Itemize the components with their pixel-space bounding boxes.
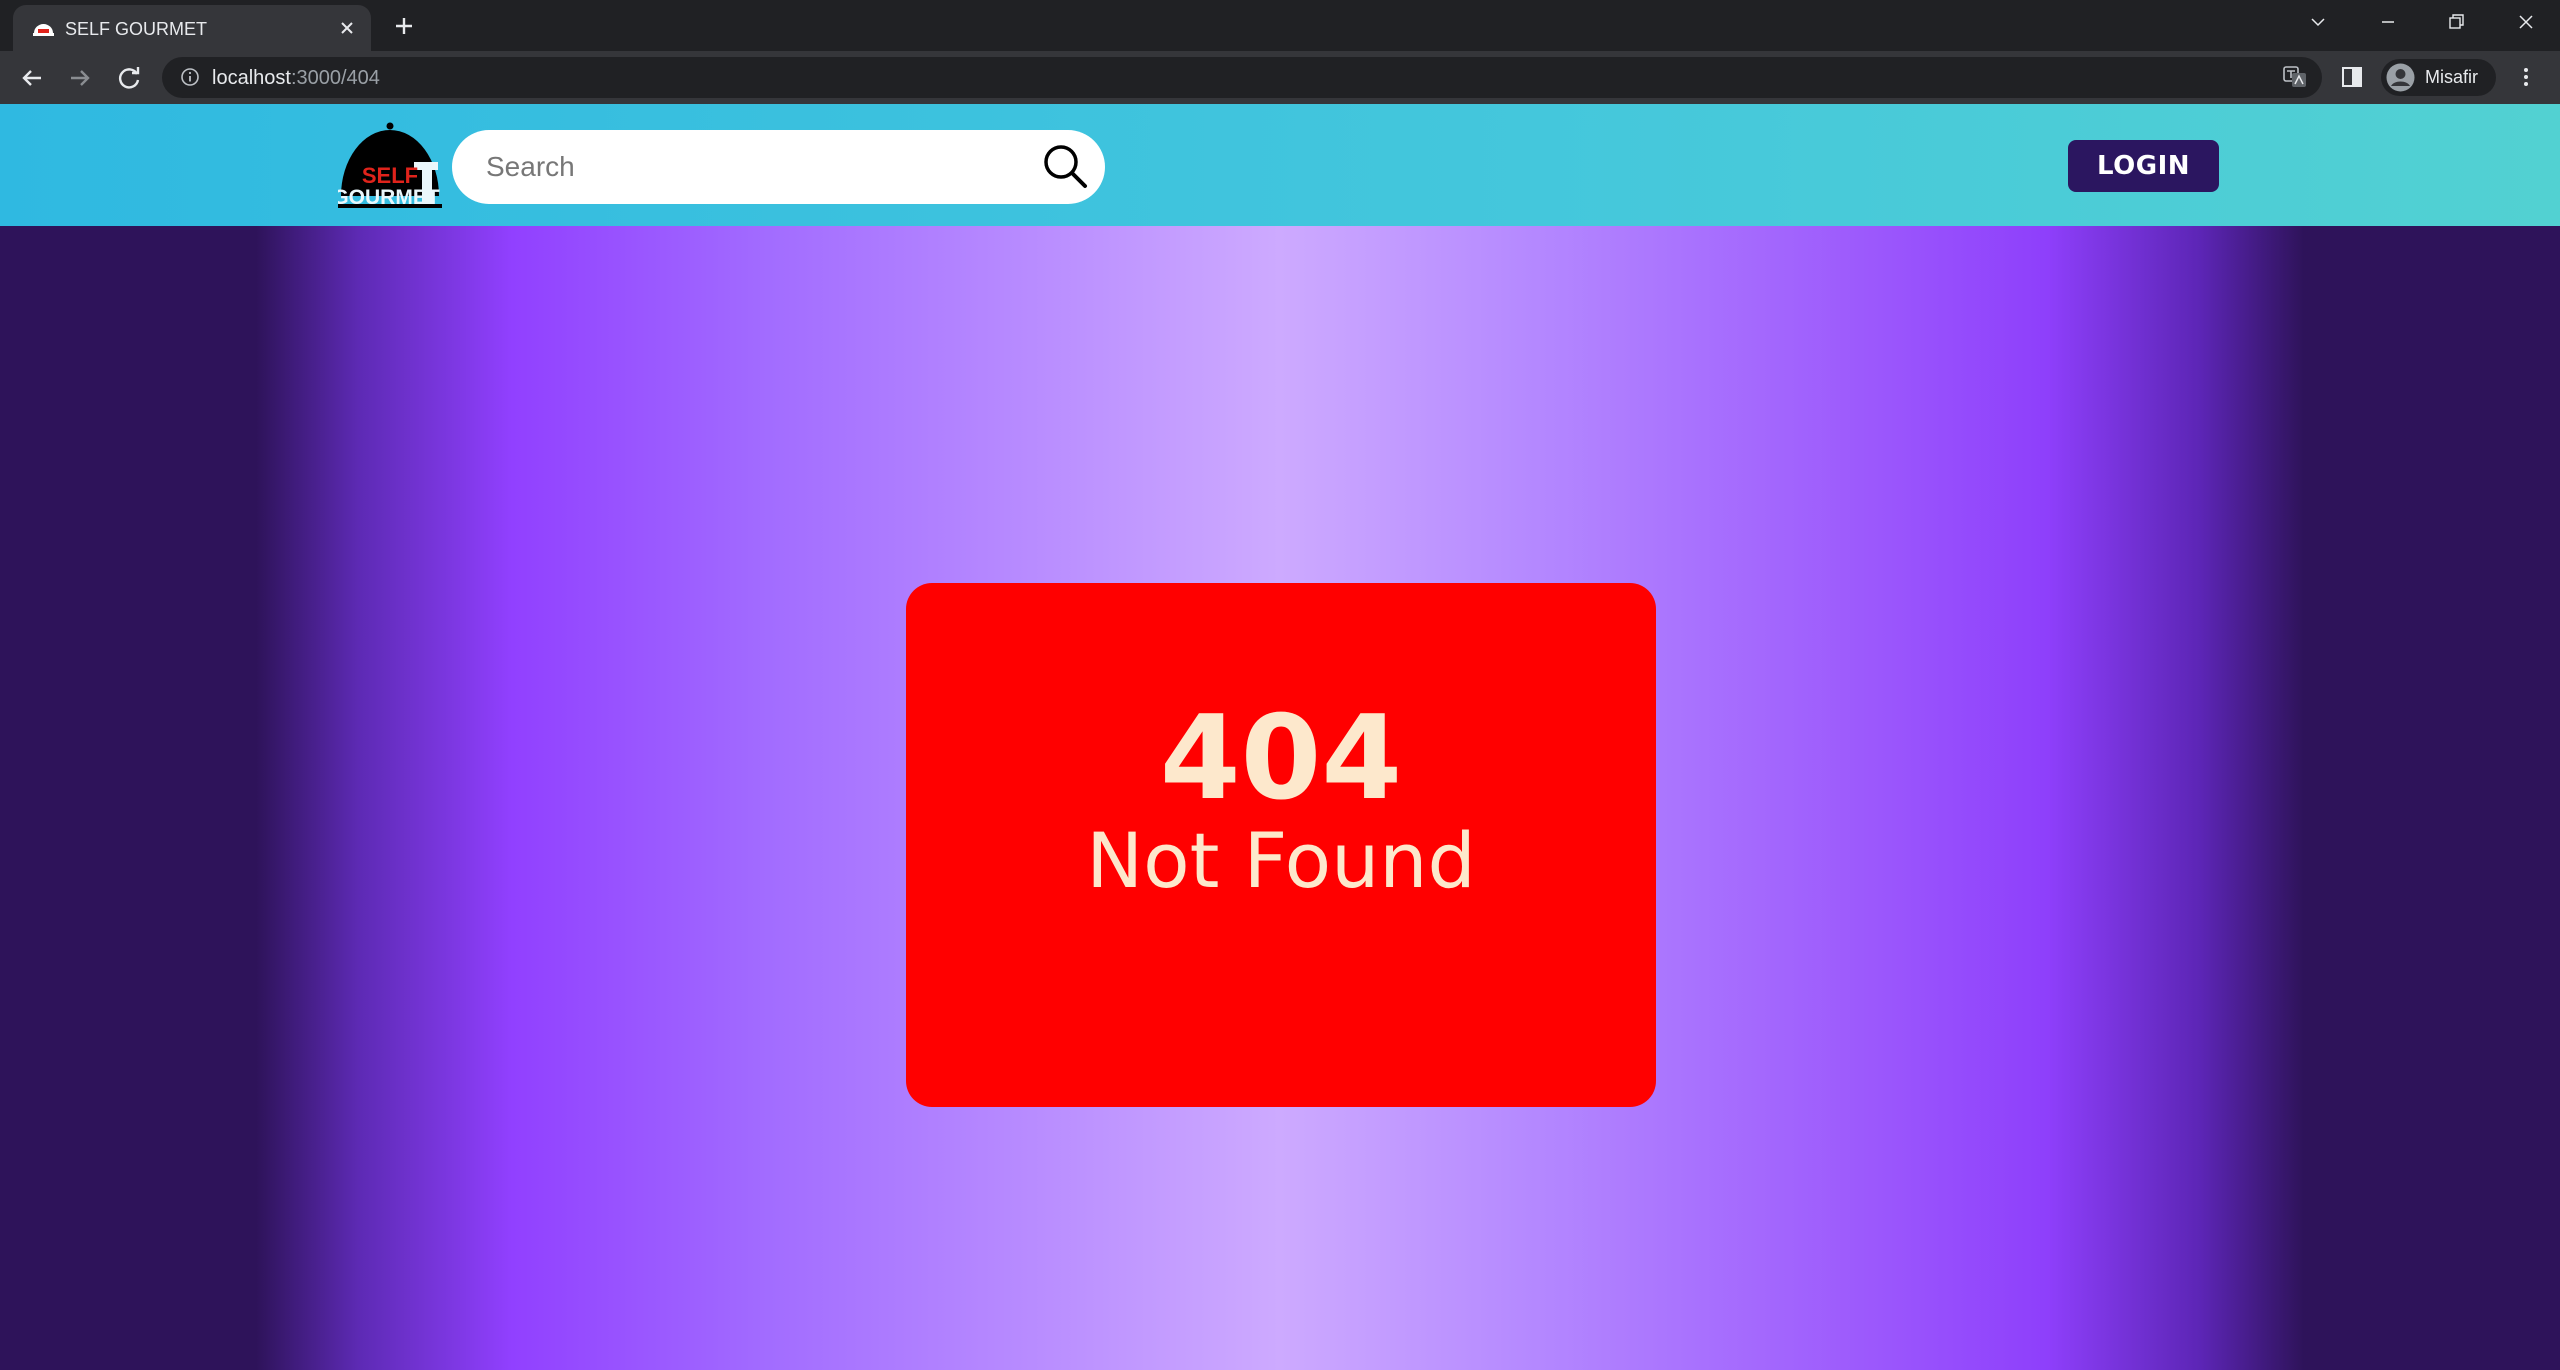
profile-name: Misafir — [2425, 67, 2478, 87]
login-button[interactable]: LOGIN — [2068, 140, 2219, 192]
reload-icon[interactable] — [113, 62, 145, 94]
site-logo[interactable]: SELF GOURMET — [332, 120, 442, 214]
restore-icon[interactable] — [2438, 8, 2474, 36]
profile-button[interactable]: Misafir — [2381, 59, 2496, 96]
search-bar — [452, 130, 1105, 204]
page-viewport: SELF GOURMET LOGIN 404 Not Found — [0, 104, 2560, 1370]
chevron-down-icon[interactable] — [2300, 8, 2336, 36]
logo-text-self: SELF — [362, 163, 418, 188]
back-arrow-icon[interactable] — [16, 62, 48, 94]
error-card: 404 Not Found — [906, 583, 1656, 1107]
url-path: :3000/404 — [290, 67, 380, 89]
error-code: 404 — [1159, 691, 1403, 826]
app-favicon-icon — [32, 18, 55, 39]
info-icon[interactable] — [180, 67, 200, 87]
kebab-menu-icon[interactable] — [2513, 64, 2539, 90]
url-text: localhost:3000/404 — [212, 67, 380, 90]
browser-tab-strip: SELF GOURMET — [0, 0, 2560, 51]
tab-title: SELF GOURMET — [65, 19, 208, 39]
avatar-icon — [2386, 63, 2415, 92]
plus-icon[interactable] — [390, 12, 418, 40]
minimize-icon[interactable] — [2370, 8, 2406, 36]
search-icon[interactable] — [1040, 142, 1090, 192]
logo-text-gourmet: GOURMET — [338, 186, 440, 209]
url-host: localhost — [212, 67, 291, 89]
close-icon[interactable] — [335, 16, 359, 40]
forward-arrow-icon[interactable] — [64, 62, 96, 94]
search-input[interactable] — [486, 142, 1026, 192]
translate-icon[interactable] — [2282, 64, 2308, 90]
address-bar[interactable]: localhost:3000/404 — [162, 57, 2322, 98]
site-header: SELF GOURMET LOGIN — [0, 104, 2560, 226]
error-message: Not Found — [1086, 816, 1476, 905]
main-content: 404 Not Found — [0, 226, 2560, 1370]
browser-tab[interactable]: SELF GOURMET — [13, 5, 371, 51]
side-panel-icon[interactable] — [2339, 64, 2365, 90]
window-close-icon[interactable] — [2508, 8, 2544, 36]
browser-toolbar: localhost:3000/404 Misafir — [0, 51, 2560, 104]
